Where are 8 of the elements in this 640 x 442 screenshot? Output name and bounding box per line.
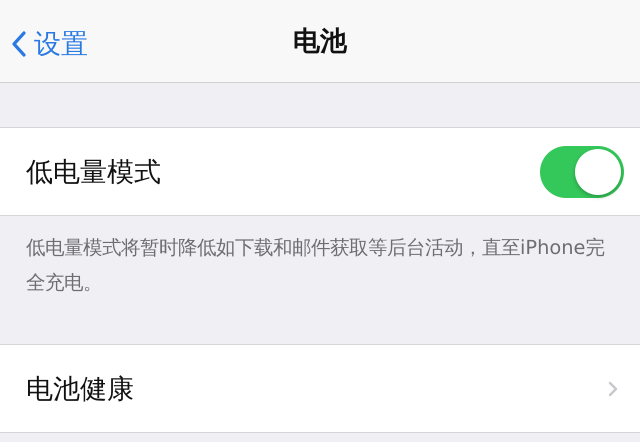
row-label: 电池健康 — [26, 372, 134, 406]
section-footer: 低电量模式将暂时降低如下载和邮件获取等后台活动，直至iPhone完全充电。 — [0, 216, 640, 344]
back-button[interactable]: 设置 — [12, 26, 88, 62]
row-label: 低电量模式 — [26, 156, 161, 190]
page-title: 电池 — [293, 25, 347, 59]
chevron-icon — [608, 380, 618, 396]
back-chevron-icon — [12, 31, 26, 57]
toggle-switch[interactable] — [540, 146, 624, 198]
